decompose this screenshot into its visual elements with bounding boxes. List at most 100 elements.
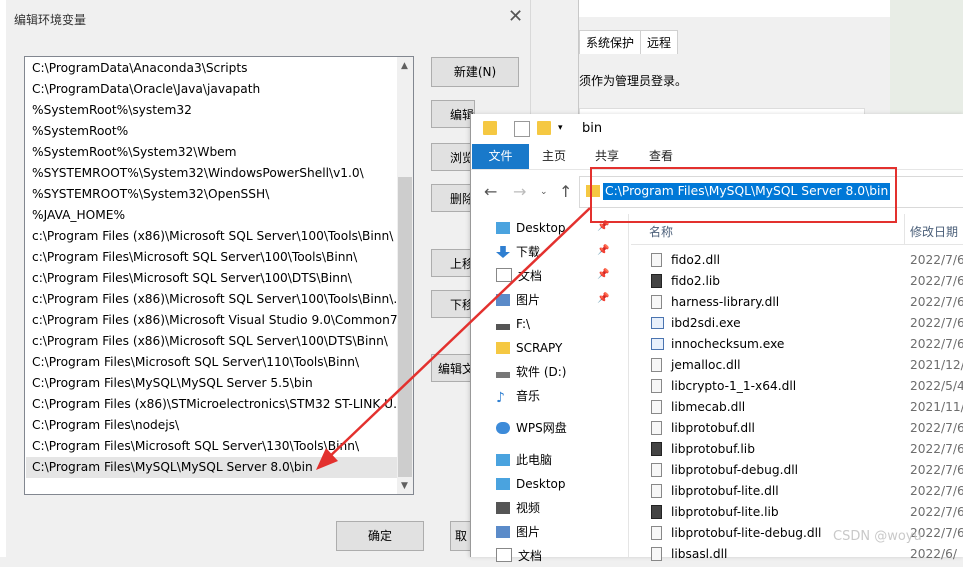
lib-file-icon (651, 274, 662, 288)
list-item[interactable]: %SYSTEMROOT%\System32\OpenSSH\ (26, 184, 402, 205)
list-item[interactable]: %SystemRoot%\System32\Wbem (26, 142, 402, 163)
tab-strip: 系统保护 远程 (579, 30, 679, 54)
scroll-up-icon[interactable]: ▲ (401, 61, 408, 71)
document-icon (496, 268, 512, 282)
file-row[interactable]: fido2.dll 2022/7/6 (651, 250, 963, 271)
nav-item-f-drive[interactable]: F:\ (496, 313, 530, 335)
vertical-scrollbar[interactable]: ▲ ▼ (397, 57, 413, 494)
browse-button[interactable]: 浏览 (431, 143, 475, 171)
list-item[interactable]: C:\Program Files\nodejs\ (26, 415, 402, 436)
picture-icon (496, 294, 510, 306)
new-folder-icon[interactable] (537, 121, 551, 135)
cloud-icon (496, 422, 510, 434)
pin-icon[interactable]: 📌 (597, 269, 609, 280)
column-divider[interactable] (904, 214, 905, 244)
column-name-header[interactable]: 名称 (649, 223, 673, 240)
list-item-selected[interactable]: C:\Program Files\MySQL\MySQL Server 8.0\… (26, 457, 402, 478)
file-row[interactable]: libprotobuf.lib 2022/7/6 (651, 439, 963, 460)
file-row[interactable]: libprotobuf.dll 2022/7/6 (651, 418, 963, 439)
cancel-button[interactable]: 取 (450, 521, 472, 551)
file-row[interactable]: harness-library.dll 2022/7/6 (651, 292, 963, 313)
edit-button[interactable]: 编辑(E) (431, 100, 475, 128)
dll-file-icon (651, 379, 662, 393)
tab-home[interactable]: 主页 (542, 144, 566, 169)
delete-button[interactable]: 删除 (431, 184, 475, 212)
properties-icon[interactable] (514, 121, 530, 137)
lib-file-icon (651, 442, 662, 456)
tab-file[interactable]: 文件 (472, 144, 529, 169)
pane-splitter[interactable] (628, 214, 629, 557)
list-item[interactable]: %JAVA_HOME% (26, 205, 402, 226)
tab-view[interactable]: 查看 (649, 144, 673, 169)
nav-item-pictures[interactable]: 图片 (496, 289, 540, 311)
nav-item-this-pc[interactable]: 此电脑 (496, 449, 552, 471)
quick-access-toolbar: ▾ bin (471, 114, 963, 144)
new-button[interactable]: 新建(N) (431, 57, 519, 87)
file-row[interactable]: libprotobuf-lite.dll 2022/7/6 (651, 481, 963, 502)
tab-share[interactable]: 共享 (595, 144, 619, 169)
nav-item-documents[interactable]: 文档 (496, 265, 542, 287)
list-item[interactable]: %SYSTEMROOT%\System32\WindowsPowerShell\… (26, 163, 402, 184)
nav-item-scrapy[interactable]: SCRAPY (496, 337, 562, 359)
scroll-thumb[interactable] (398, 177, 412, 477)
nav-item-d-drive[interactable]: 软件 (D:) (496, 361, 566, 383)
nav-item-pictures-2[interactable]: 图片 (496, 521, 540, 543)
file-row[interactable]: libsasl.dll 2022/6/ (651, 544, 963, 565)
list-item[interactable]: %SystemRoot%\system32 (26, 100, 402, 121)
file-row[interactable]: ibd2sdi.exe 2022/7/6 (651, 313, 963, 334)
file-row[interactable]: innochecksum.exe 2022/7/6 (651, 334, 963, 355)
list-item[interactable]: C:\Program Files\MySQL\MySQL Server 5.5\… (26, 373, 402, 394)
nav-item-music[interactable]: ♪ 音乐 (496, 385, 540, 407)
nav-item-documents-2[interactable]: 文档 (496, 545, 542, 567)
list-item[interactable]: c:\Program Files (x86)\Microsoft SQL Ser… (26, 226, 402, 247)
list-item[interactable]: C:\Program Files\Microsoft SQL Server\11… (26, 352, 402, 373)
nav-item-videos[interactable]: 视频 (496, 497, 540, 519)
music-icon: ♪ (496, 390, 505, 406)
forward-arrow-icon[interactable]: → (513, 182, 526, 201)
pin-icon[interactable]: 📌 (597, 293, 609, 304)
list-item[interactable]: c:\Program Files (x86)\Microsoft SQL Ser… (26, 289, 402, 310)
file-row[interactable]: libcrypto-1_1-x64.dll 2022/5/4 (651, 376, 963, 397)
move-down-button[interactable]: 下移 (431, 290, 475, 318)
ok-button[interactable]: 确定 (336, 521, 424, 551)
lib-file-icon (651, 505, 662, 519)
up-arrow-icon[interactable]: ↑ (559, 182, 572, 201)
dll-file-icon (651, 484, 662, 498)
desktop-icon (496, 478, 510, 490)
close-icon[interactable]: ✕ (508, 6, 523, 27)
file-row[interactable]: libprotobuf-debug.dll 2022/7/6 (651, 460, 963, 481)
chevron-down-icon[interactable]: ▾ (558, 123, 563, 133)
dll-file-icon (651, 358, 662, 372)
nav-item-downloads[interactable]: 下载 (496, 241, 540, 263)
recent-chevron-icon[interactable]: ⌄ (540, 187, 548, 197)
nav-item-wps-cloud[interactable]: WPS网盘 (496, 417, 567, 439)
folder-icon[interactable] (483, 121, 497, 135)
list-item[interactable]: C:\ProgramData\Oracle\Java\javapath (26, 79, 402, 100)
list-item[interactable]: %SystemRoot% (26, 121, 402, 142)
file-row[interactable]: jemalloc.dll 2021/12/ (651, 355, 963, 376)
list-item[interactable]: C:\Program Files\Microsoft SQL Server\13… (26, 436, 402, 457)
tab-remote[interactable]: 远程 (640, 30, 679, 54)
list-item[interactable]: C:\ProgramData\Anaconda3\Scripts (26, 58, 402, 79)
tab-system-protection[interactable]: 系统保护 (579, 30, 642, 54)
list-item[interactable]: c:\Program Files (x86)\Microsoft Visual … (26, 310, 402, 331)
list-item[interactable]: c:\Program Files\Microsoft SQL Server\10… (26, 268, 402, 289)
nav-item-desktop[interactable]: Desktop (496, 217, 566, 239)
list-item[interactable]: c:\Program Files (x86)\Microsoft SQL Ser… (26, 331, 402, 352)
list-item[interactable]: C:\Program Files (x86)\STMicroelectronic… (26, 394, 402, 415)
dll-file-icon (651, 547, 662, 561)
nav-item-desktop-2[interactable]: Desktop (496, 473, 566, 495)
back-arrow-icon[interactable]: ← (484, 182, 497, 201)
list-item[interactable]: c:\Program Files\Microsoft SQL Server\10… (26, 247, 402, 268)
file-row[interactable]: fido2.lib 2022/7/6 (651, 271, 963, 292)
column-date-header[interactable]: 修改日期 (910, 223, 958, 240)
desktop-background (890, 0, 963, 130)
file-row[interactable]: libmecab.dll 2021/11/ (651, 397, 963, 418)
edit-text-button[interactable]: 编辑文 (431, 354, 475, 382)
file-row[interactable]: libprotobuf-lite.lib 2022/7/6 (651, 502, 963, 523)
folder-icon (496, 342, 510, 354)
scroll-down-icon[interactable]: ▼ (401, 481, 408, 491)
path-list[interactable]: C:\ProgramData\Anaconda3\Scripts C:\Prog… (24, 56, 414, 495)
pin-icon[interactable]: 📌 (597, 245, 609, 256)
move-up-button[interactable]: 上移 (431, 249, 475, 277)
